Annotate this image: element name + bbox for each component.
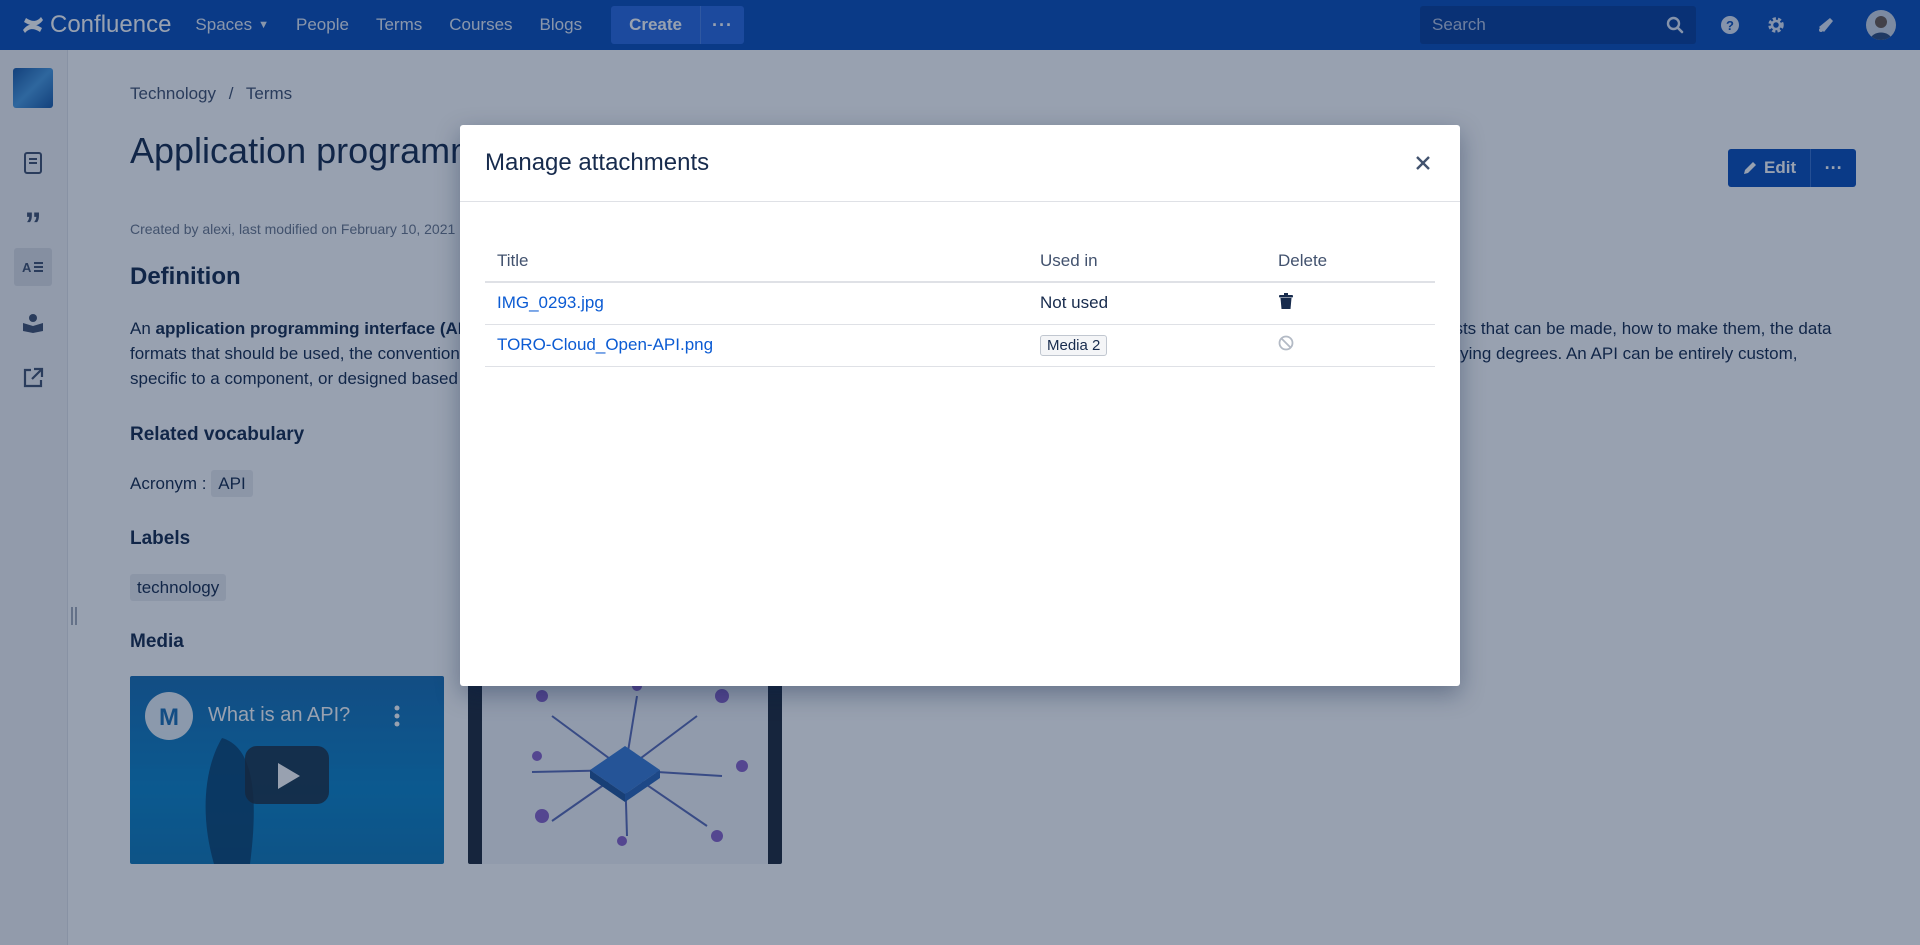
delete-cell — [1266, 282, 1435, 325]
attachments-table: Title Used in Delete IMG_0293.jpg Not us… — [485, 240, 1435, 367]
used-in-lozenge[interactable]: Media 2 — [1040, 334, 1108, 356]
used-in-cell: Media 2 — [1028, 324, 1266, 367]
used-in-cell: Not used — [1028, 282, 1266, 325]
close-icon — [1416, 156, 1430, 170]
dialog-header: Manage attachments — [460, 125, 1460, 202]
dialog-title: Manage attachments — [485, 149, 710, 176]
disabled-icon — [1278, 335, 1294, 356]
delete-cell — [1266, 324, 1435, 367]
column-header-delete: Delete — [1266, 240, 1435, 283]
attachment-link[interactable]: TORO-Cloud_Open-API.png — [497, 335, 713, 354]
table-row: TORO-Cloud_Open-API.png Media 2 — [485, 324, 1435, 367]
column-header-used-in: Used in — [1028, 240, 1266, 283]
manage-attachments-dialog: Manage attachments Title Used in Delete … — [460, 125, 1460, 686]
table-header-row: Title Used in Delete — [485, 240, 1435, 283]
close-dialog-button[interactable] — [1411, 151, 1435, 175]
attachment-link[interactable]: IMG_0293.jpg — [497, 293, 604, 312]
column-header-title: Title — [485, 240, 1028, 283]
trash-icon[interactable] — [1279, 292, 1293, 314]
table-row: IMG_0293.jpg Not used — [485, 282, 1435, 325]
